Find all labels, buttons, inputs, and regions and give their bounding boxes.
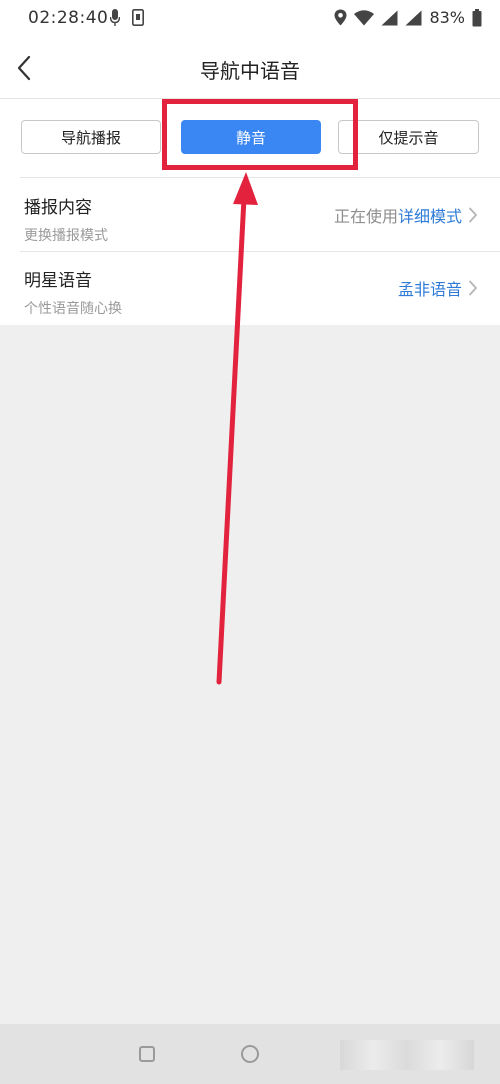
- tone-only-button[interactable]: 仅提示音: [338, 120, 479, 154]
- signal-icon: [405, 10, 422, 26]
- row-subtitle: 个性语音随心换: [24, 301, 122, 317]
- battery-icon: [472, 8, 482, 27]
- status-left-icons: [110, 9, 144, 27]
- battery-percent: 83%: [429, 8, 465, 27]
- divider: [20, 177, 500, 178]
- recent-apps-icon[interactable]: [139, 1046, 155, 1062]
- system-navigation-bar: [0, 1024, 500, 1084]
- row-value: 孟非语音: [398, 252, 478, 324]
- nav-bar: 导航中语音: [0, 38, 500, 99]
- row-value: 正在使用详细模式: [334, 179, 478, 251]
- page-title: 导航中语音: [200, 59, 300, 83]
- broadcast-content-row[interactable]: 播报内容 更换播报模式 正在使用详细模式: [0, 179, 500, 251]
- status-right: 83%: [334, 8, 482, 27]
- row-title: 播报内容: [24, 198, 92, 218]
- voice-mode-selector: 导航播报 静音 仅提示音: [0, 99, 500, 177]
- status-time: 02:28:40: [28, 8, 109, 28]
- celebrity-voice-row[interactable]: 明星语音 个性语音随心换 孟非语音: [0, 252, 500, 324]
- row-title: 明星语音: [24, 271, 92, 291]
- sim-icon: [132, 9, 144, 27]
- voice-settings-card: 导航播报 静音 仅提示音 播报内容 更换播报模式 正在使用详细模式 明星语音 个…: [0, 99, 500, 325]
- current-voice-value: 孟非语音: [397, 280, 462, 299]
- mute-button[interactable]: 静音: [181, 120, 321, 154]
- wifi-icon: [354, 9, 375, 26]
- home-icon[interactable]: [241, 1045, 259, 1063]
- chevron-right-icon: [468, 207, 478, 223]
- value-prefix: 正在使用: [333, 207, 398, 226]
- back-icon[interactable]: [340, 1040, 474, 1070]
- location-icon: [334, 9, 347, 26]
- signal-icon: [381, 10, 398, 26]
- mic-icon: [110, 9, 120, 27]
- status-bar: 02:28:40 83%: [0, 0, 500, 38]
- current-mode-value: 详细模式: [397, 207, 462, 226]
- row-subtitle: 更换播报模式: [24, 228, 108, 244]
- navigation-broadcast-button[interactable]: 导航播报: [21, 120, 161, 154]
- chevron-right-icon: [468, 280, 478, 296]
